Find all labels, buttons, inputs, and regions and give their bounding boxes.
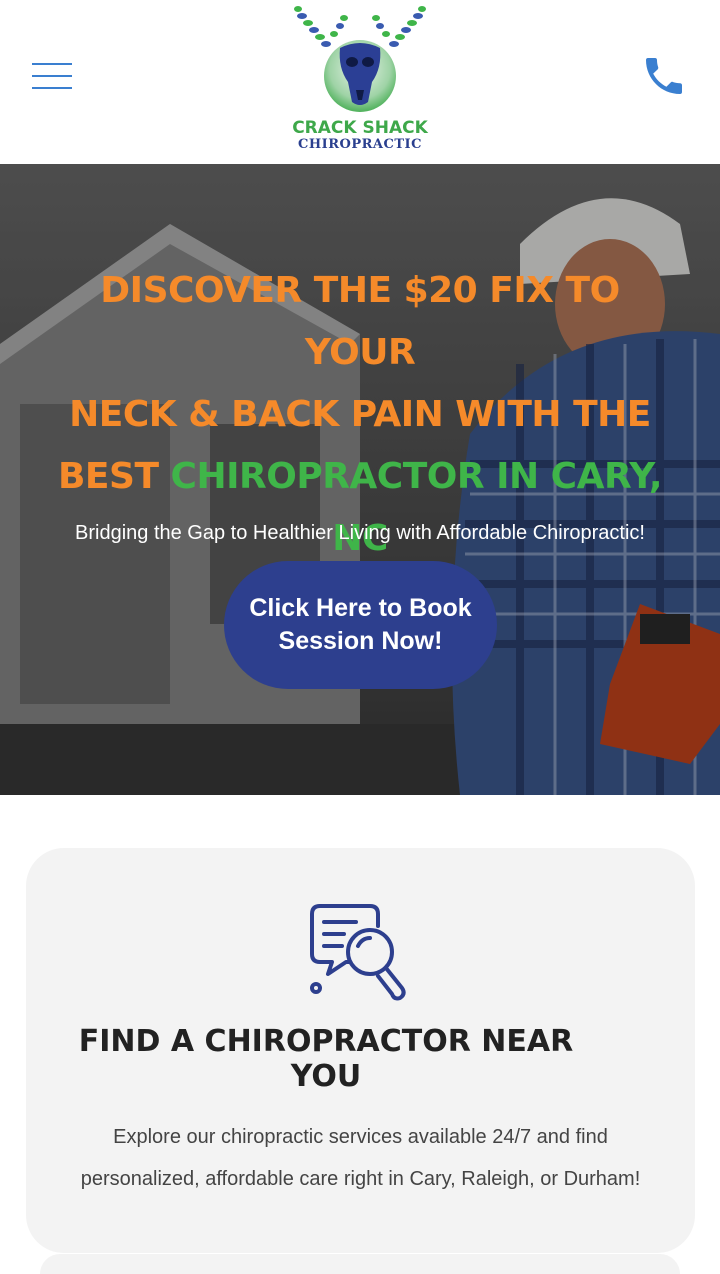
hero-title-part2: NECK & BACK PAIN WITH THE — [69, 394, 651, 435]
search-document-icon — [306, 900, 416, 1005]
phone-icon[interactable] — [640, 52, 688, 100]
hero-section: DISCOVER THE $20 FIX TO YOUR NECK & BACK… — [0, 164, 720, 795]
hero-title-part3: BEST — [57, 456, 171, 497]
find-chiropractor-card: FIND A CHIROPRACTOR NEAR YOU Explore our… — [26, 848, 695, 1253]
book-session-button[interactable]: Click Here to Book Session Now! — [224, 561, 497, 689]
cta-line2: Session Now! — [278, 627, 443, 655]
card-title-line2: YOU — [290, 1059, 362, 1094]
hero-subtitle: Bridging the Gap to Healthier Living wit… — [75, 522, 645, 544]
cta-line1: Click Here to Book — [249, 594, 472, 622]
card-title-line1: FIND A CHIROPRACTOR NEAR — [78, 1024, 574, 1059]
card-title: FIND A CHIROPRACTOR NEAR YOU — [66, 1024, 586, 1094]
site-logo[interactable]: CRACK SHACK CHIROPRACTIC — [286, 4, 434, 154]
skull-logo-icon — [294, 6, 426, 112]
site-header: CRACK SHACK CHIROPRACTIC — [0, 0, 720, 164]
hero-title-part1: DISCOVER THE $20 FIX TO YOUR — [100, 270, 620, 373]
logo-text-crack-shack: CRACK SHACK — [292, 118, 428, 138]
next-card-edge — [40, 1254, 680, 1274]
logo-text-chiropractic: CHIROPRACTIC — [298, 137, 422, 152]
card-description: Explore our chiropractic services availa… — [80, 1126, 641, 1190]
hero-title-part4: CHIROPRACTOR IN CARY, — [170, 456, 663, 497]
hamburger-menu-icon[interactable] — [32, 62, 72, 90]
